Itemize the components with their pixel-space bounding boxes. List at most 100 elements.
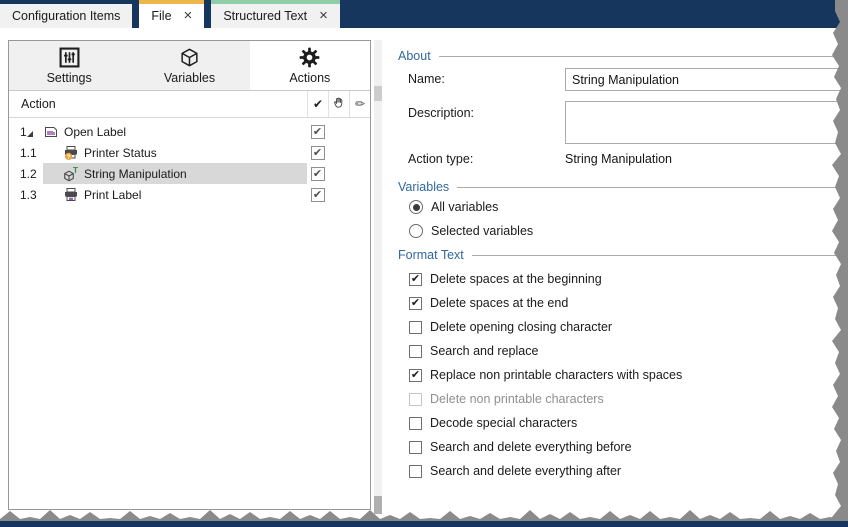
action-column-header: Action [9, 97, 307, 111]
checkbox-label: Delete non printable characters [430, 392, 604, 406]
checkbox[interactable]: ✔ [409, 273, 422, 286]
hand-icon [332, 96, 346, 113]
tab-structured-text[interactable]: Structured Text × [211, 0, 340, 28]
tab-configuration-items[interactable]: Configuration Items [0, 0, 132, 28]
action-row-label: String Manipulation [84, 167, 187, 181]
tab-label: Structured Text [223, 9, 307, 23]
description-input[interactable] [565, 101, 848, 144]
checkbox-label: Delete spaces at the end [430, 296, 568, 310]
action-enabled-checkbox[interactable]: ✔ [311, 167, 325, 181]
name-input[interactable] [565, 68, 848, 91]
variables-section-header: Variables [398, 179, 842, 195]
action-row-number: 1.3 [9, 184, 43, 205]
checkbox-label: Delete spaces at the beginning [430, 272, 602, 286]
action-enabled-checkbox[interactable]: ✔ [311, 146, 325, 160]
action-row-print-label[interactable]: 1.3 Print Label ✔ [9, 184, 370, 205]
action-enabled-checkbox[interactable]: ✔ [311, 188, 325, 202]
action-row-number: 1.2 [9, 163, 43, 184]
about-title: About [398, 49, 431, 63]
check-icon: ✔ [313, 97, 323, 111]
action-row-number: 1 [9, 121, 43, 142]
action-row-content[interactable]: T String Manipulation [43, 163, 307, 184]
checkbox-option-delete-spaces-at-the-end[interactable]: ✔ Delete spaces at the end [409, 291, 682, 315]
format-text-options: ✔ Delete spaces at the beginning ✔ Delete s… [409, 267, 682, 483]
radio-label: All variables [431, 200, 498, 214]
checkbox-option-replace-non-printable-characters-with-spaces[interactable]: ✔Replace non printable characters with s… [409, 363, 682, 387]
actions-panel: Settings Variables Actions Action ✔ ✏ 1 Ope… [8, 40, 371, 510]
automation-builder-window: Configuration Items File × Structured Text ×… [0, 0, 848, 527]
toolbar-button-label: Settings [47, 71, 92, 85]
action-row-string-manipulation[interactable]: 1.2 T String Manipulation ✔ [9, 163, 370, 184]
tab-close-icon[interactable]: × [319, 11, 328, 21]
action-row-label: Printer Status [84, 146, 157, 160]
checkbox[interactable]: ✔ [409, 297, 422, 310]
checkbox-option-delete-non-printable-characters: Delete non printable characters [409, 387, 682, 411]
checkbox-option-delete-opening-closing-character[interactable]: Delete opening closing character [409, 315, 682, 339]
toolbar-button-variables[interactable]: Variables [129, 41, 249, 90]
action-type-label: Action type: [408, 152, 473, 166]
tab-label: File [151, 9, 171, 23]
scrollbar-thumb[interactable] [374, 86, 382, 101]
radio-option-all-variables[interactable]: All variables [409, 199, 498, 215]
toolbar-button-actions[interactable]: Actions [250, 41, 370, 90]
format-text-section-header: Format Text [398, 247, 842, 263]
section-rule [457, 187, 842, 188]
hand-column-header [328, 91, 349, 117]
action-row-label: Print Label [84, 188, 141, 202]
action-tree: 1 Open Label ✔ 1.1? Printer Status ✔ 1.2 T Strin… [9, 118, 370, 205]
pencil-icon: ✏ [355, 97, 365, 111]
checkbox-label: Decode special characters [430, 416, 577, 430]
toolbar-button-label: Variables [164, 71, 215, 85]
radio-button[interactable] [409, 200, 423, 214]
checkbox [409, 393, 422, 406]
action-row-number: 1.1 [9, 142, 43, 163]
checkbox-label: Delete opening closing character [430, 320, 612, 334]
format-text-title: Format Text [398, 248, 464, 262]
radio-label: Selected variables [431, 224, 533, 238]
open-label-icon [43, 124, 59, 140]
toolbar-button-label: Actions [289, 71, 330, 85]
scrollbar-thumb-lower[interactable] [374, 496, 382, 514]
action-row-printer-status[interactable]: 1.1? Printer Status ✔ [9, 142, 370, 163]
name-label: Name: [408, 72, 445, 86]
action-row-content[interactable]: Print Label [43, 184, 307, 205]
checkbox-option-search-and-delete-everything-after[interactable]: Search and delete everything after [409, 459, 682, 483]
checkbox[interactable] [409, 345, 422, 358]
checkbox-option-delete-spaces-at-the-beginning[interactable]: ✔ Delete spaces at the beginning [409, 267, 682, 291]
checkbox-option-search-and-replace[interactable]: Search and replace [409, 339, 682, 363]
tab-bar: Configuration Items File × Structured Text × [0, 0, 848, 28]
section-rule [439, 56, 842, 57]
section-rule [472, 255, 842, 256]
action-row-open-label[interactable]: 1 Open Label ✔ [9, 121, 370, 142]
checkbox-label: Search and delete everything before [430, 440, 632, 454]
radio-option-selected-variables[interactable]: Selected variables [409, 223, 533, 239]
string-manipulation-icon: T [63, 166, 79, 182]
svg-text:?: ? [67, 153, 71, 160]
checkbox[interactable] [409, 321, 422, 334]
tab-close-icon[interactable]: × [184, 11, 193, 21]
action-row-content[interactable]: ? Printer Status [43, 142, 307, 163]
radio-button[interactable] [409, 224, 423, 238]
action-enabled-checkbox[interactable]: ✔ [311, 125, 325, 139]
action-row-content[interactable]: Open Label [43, 121, 307, 142]
tab-file[interactable]: File × [139, 0, 204, 28]
enabled-column-header: ✔ [307, 91, 328, 117]
checkbox-label: Search and replace [430, 344, 538, 358]
checkbox-option-search-and-delete-everything-before[interactable]: Search and delete everything before [409, 435, 682, 459]
toolbar-button-settings[interactable]: Settings [9, 41, 129, 90]
variables-title: Variables [398, 180, 449, 194]
torn-edge-bottom [0, 509, 848, 527]
panel-toolbar: Settings Variables Actions [9, 41, 370, 91]
vertical-scrollbar[interactable] [374, 40, 382, 512]
svg-text:T: T [73, 166, 79, 175]
expander-icon[interactable] [27, 131, 33, 137]
about-section-header: About [398, 48, 842, 64]
description-label: Description: [408, 106, 474, 120]
checkbox[interactable] [409, 417, 422, 430]
checkbox-option-decode-special-characters[interactable]: Decode special characters [409, 411, 682, 435]
checkbox[interactable] [409, 465, 422, 478]
checkbox[interactable] [409, 441, 422, 454]
print-label-icon [63, 187, 79, 203]
action-row-label: Open Label [64, 125, 126, 139]
checkbox[interactable]: ✔ [409, 369, 422, 382]
